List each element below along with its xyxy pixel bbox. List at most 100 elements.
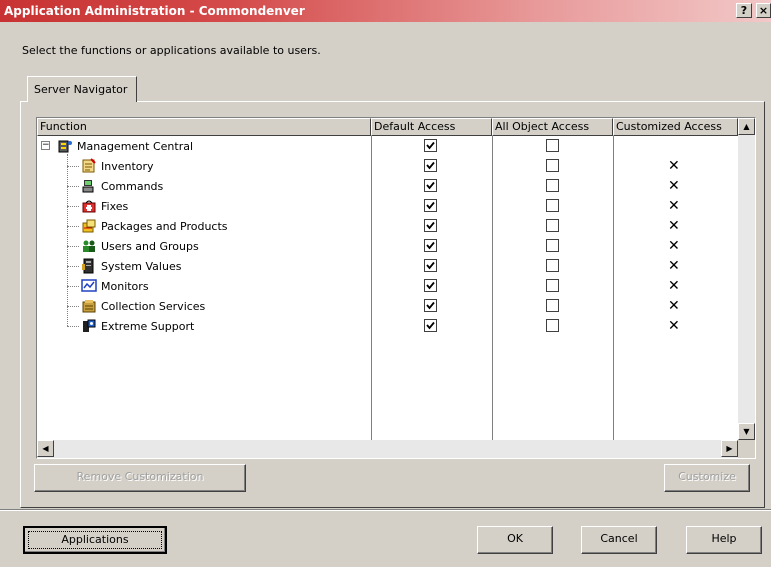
default-access-checkbox[interactable] (424, 219, 437, 232)
customized-mark-icon[interactable]: ✕ (668, 298, 680, 314)
applications-button[interactable]: Applications (23, 526, 167, 554)
tab-label: Server Navigator (34, 83, 128, 96)
tree-line (67, 206, 79, 207)
customized-mark-icon[interactable]: ✕ (668, 318, 680, 334)
function-label: Packages and Products (101, 220, 228, 233)
all-object-access-checkbox[interactable] (546, 179, 559, 192)
default-access-checkbox[interactable] (424, 299, 437, 312)
all-object-access-checkbox[interactable] (546, 159, 559, 172)
tree-line (67, 286, 79, 287)
separator (0, 509, 771, 511)
window-title: Application Administration - Commondenve… (4, 4, 305, 18)
table-row[interactable]: Fixes ✕ (37, 197, 737, 217)
function-label: Inventory (101, 160, 154, 173)
customized-mark-icon[interactable]: ✕ (668, 238, 680, 254)
column-header-customized-access[interactable]: Customized Access (613, 118, 738, 136)
tree-line (67, 266, 79, 267)
default-access-checkbox[interactable] (424, 199, 437, 212)
default-access-checkbox[interactable] (424, 159, 437, 172)
scroll-right-button[interactable]: ▶ (721, 440, 738, 457)
customized-mark-icon[interactable]: ✕ (668, 218, 680, 234)
customize-button[interactable]: Customize (664, 464, 750, 492)
default-access-checkbox[interactable] (424, 259, 437, 272)
all-object-access-checkbox[interactable] (546, 219, 559, 232)
table-row[interactable]: Extreme Support ✕ (37, 317, 737, 337)
close-button[interactable]: × (756, 3, 771, 18)
check-icon (426, 241, 435, 250)
function-label: Commands (101, 180, 164, 193)
customized-mark-icon[interactable]: ✕ (668, 178, 680, 194)
customized-mark-icon[interactable]: ✕ (668, 278, 680, 294)
default-access-checkbox[interactable] (424, 319, 437, 332)
table-row[interactable]: Commands ✕ (37, 177, 737, 197)
inventory-icon (82, 158, 96, 173)
cancel-button[interactable]: Cancel (581, 526, 657, 554)
function-label: System Values (101, 260, 182, 273)
all-object-access-checkbox[interactable] (546, 139, 559, 152)
function-label: Fixes (101, 200, 129, 213)
commands-icon (82, 180, 94, 193)
function-table: Function Default Access All Object Acces… (36, 117, 756, 459)
all-object-access-checkbox[interactable] (546, 279, 559, 292)
all-object-access-checkbox[interactable] (546, 239, 559, 252)
check-icon (426, 281, 435, 290)
table-row[interactable]: Inventory ✕ (37, 157, 737, 177)
focus-rect (28, 531, 162, 549)
customized-mark-icon[interactable]: ✕ (668, 198, 680, 214)
tree-line (67, 166, 79, 167)
horizontal-scrollbar[interactable]: ◀ ▶ (37, 440, 738, 458)
check-icon (426, 221, 435, 230)
extreme-support-icon (83, 319, 96, 332)
default-access-checkbox[interactable] (424, 239, 437, 252)
tree-line (67, 246, 79, 247)
application-administration-dialog: Application Administration - Commondenve… (0, 0, 771, 567)
function-label: Extreme Support (101, 320, 195, 333)
monitors-icon (81, 279, 97, 292)
management-central-icon (58, 140, 72, 153)
table-row[interactable]: Collection Services ✕ (37, 297, 737, 317)
check-icon (426, 261, 435, 270)
vertical-scrollbar[interactable]: ▲ ▼ (738, 118, 755, 440)
help-title-button[interactable]: ? (736, 3, 752, 18)
column-header-default-access[interactable]: Default Access (371, 118, 492, 136)
function-label: Users and Groups (101, 240, 199, 253)
table-row[interactable]: Packages and Products ✕ (37, 217, 737, 237)
all-object-access-checkbox[interactable] (546, 199, 559, 212)
system-values-icon (82, 258, 94, 274)
customized-mark-icon[interactable]: ✕ (668, 258, 680, 274)
ok-button[interactable]: OK (477, 526, 553, 554)
all-object-access-checkbox[interactable] (546, 299, 559, 312)
tree-line (67, 326, 79, 327)
collection-services-icon (82, 300, 96, 313)
table-row[interactable]: System Values ✕ (37, 257, 737, 277)
all-object-access-checkbox[interactable] (546, 319, 559, 332)
check-icon (426, 141, 435, 150)
check-icon (426, 321, 435, 330)
check-icon (426, 301, 435, 310)
tab-server-navigator[interactable]: Server Navigator (27, 76, 137, 102)
table-row[interactable]: Monitors ✕ (37, 277, 737, 297)
default-access-checkbox[interactable] (424, 179, 437, 192)
packages-icon (82, 219, 96, 233)
scroll-down-button[interactable]: ▼ (738, 423, 755, 440)
tree-root-row[interactable]: − Management Central (37, 137, 737, 157)
check-icon (426, 201, 435, 210)
collapse-toggle[interactable]: − (41, 141, 50, 150)
column-header-function[interactable]: Function (37, 118, 371, 136)
function-label: Management Central (77, 140, 194, 153)
all-object-access-checkbox[interactable] (546, 259, 559, 272)
scroll-left-button[interactable]: ◀ (37, 440, 54, 457)
remove-customization-button[interactable]: Remove Customization (34, 464, 246, 492)
default-access-checkbox[interactable] (424, 279, 437, 292)
column-header-all-object-access[interactable]: All Object Access (492, 118, 613, 136)
tree-line (67, 306, 79, 307)
title-bar[interactable]: Application Administration - Commondenve… (0, 0, 771, 22)
default-access-checkbox[interactable] (424, 139, 437, 152)
scroll-up-button[interactable]: ▲ (738, 118, 755, 135)
check-icon (426, 161, 435, 170)
scroll-corner (738, 440, 755, 458)
help-button[interactable]: Help (686, 526, 762, 554)
table-row[interactable]: Users and Groups ✕ (37, 237, 737, 257)
function-label: Collection Services (101, 300, 206, 313)
customized-mark-icon[interactable]: ✕ (668, 158, 680, 174)
